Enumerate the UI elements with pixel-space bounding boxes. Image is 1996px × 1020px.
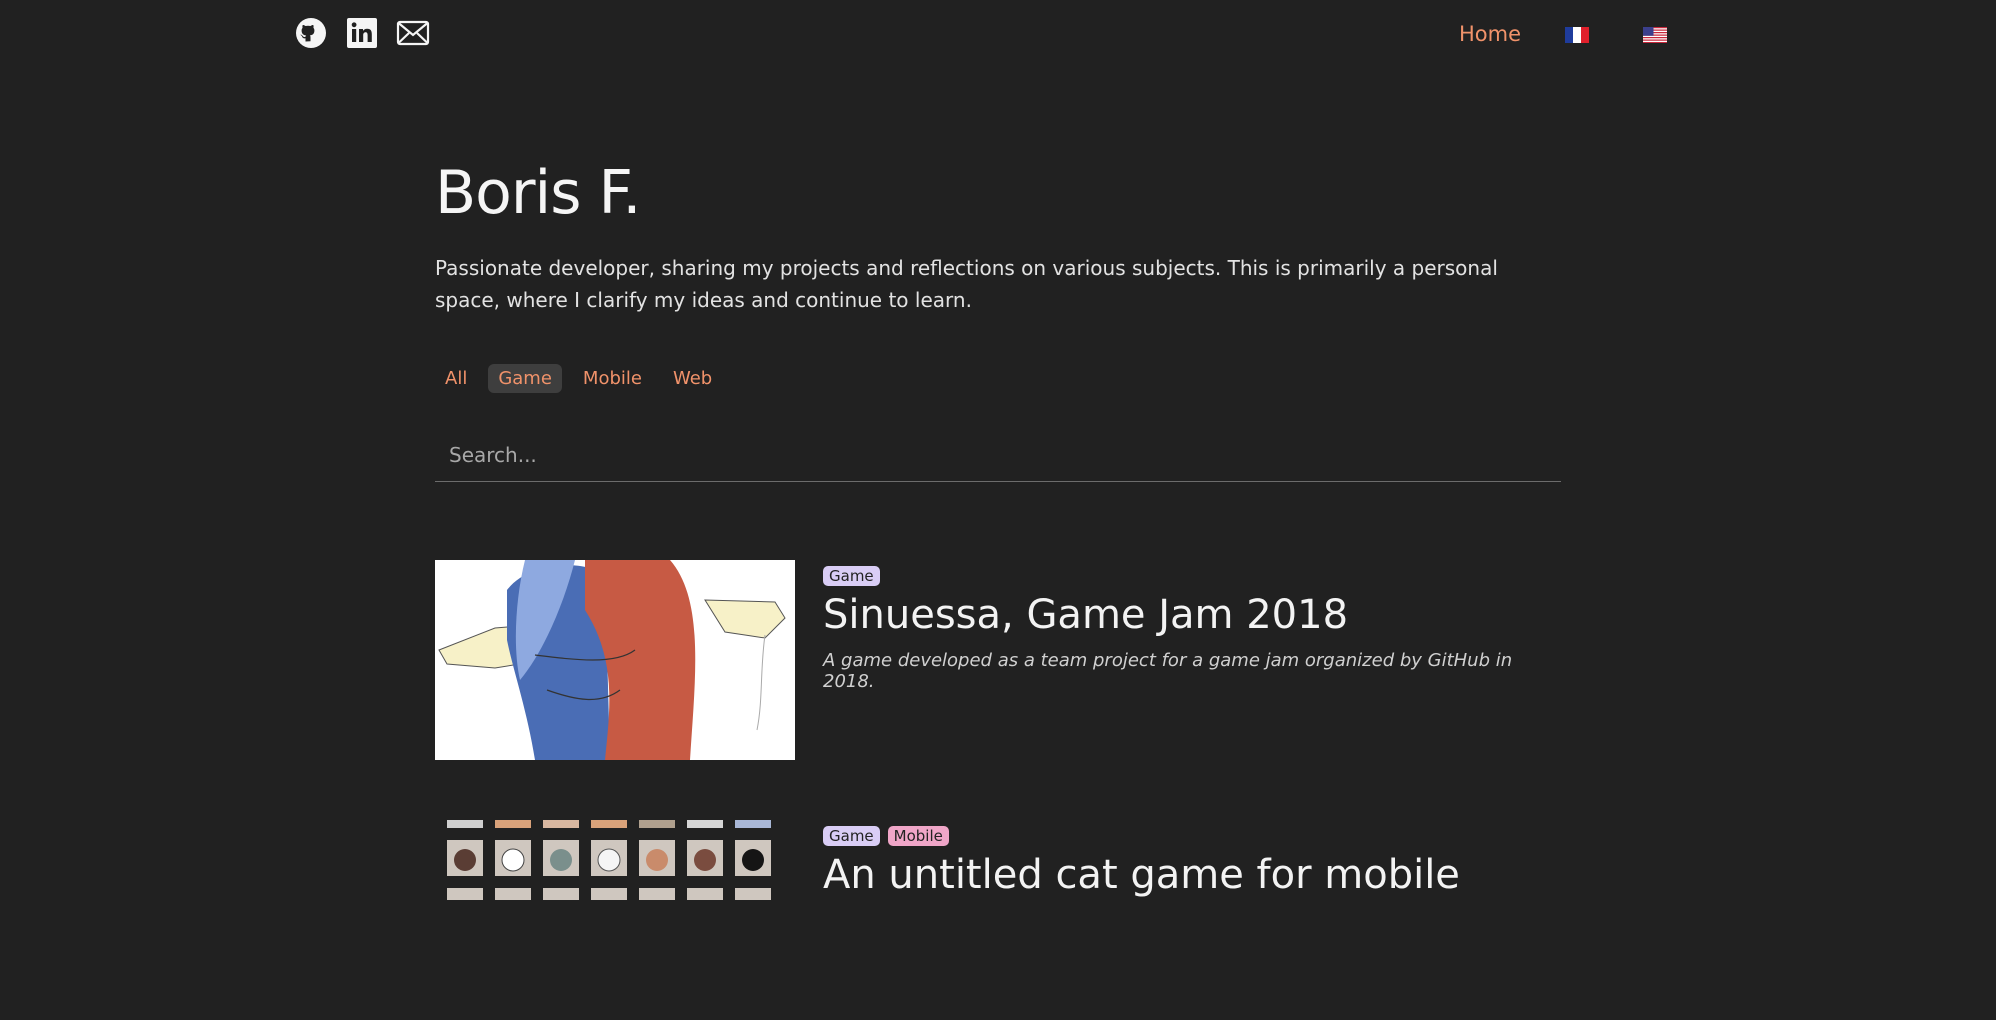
project-info: Game Sinuessa, Game Jam 2018 A game deve… bbox=[823, 566, 1543, 692]
filter-web[interactable]: Web bbox=[663, 364, 722, 393]
project-thumbnail[interactable] bbox=[435, 560, 795, 760]
social-links bbox=[294, 16, 430, 50]
search-input[interactable] bbox=[435, 433, 1561, 477]
category-filters: All Game Mobile Web bbox=[435, 364, 1561, 393]
project-description: A game developed as a team project for a… bbox=[823, 650, 1513, 692]
project-title[interactable]: Sinuessa, Game Jam 2018 bbox=[823, 592, 1543, 638]
us-flag-icon[interactable] bbox=[1643, 27, 1667, 43]
search-bar bbox=[435, 433, 1561, 482]
top-bar: Home bbox=[0, 0, 1996, 70]
tag-game[interactable]: Game bbox=[823, 826, 880, 846]
mail-icon[interactable] bbox=[396, 16, 430, 50]
project-tags: Game bbox=[823, 566, 1543, 586]
main-nav: Home bbox=[1440, 20, 1680, 50]
project-thumbnail[interactable] bbox=[435, 820, 795, 1020]
project-info: Game Mobile An untitled cat game for mob… bbox=[823, 826, 1543, 898]
project-tags: Game Mobile bbox=[823, 826, 1543, 846]
linkedin-icon[interactable] bbox=[345, 16, 379, 50]
project-title[interactable]: An untitled cat game for mobile bbox=[823, 852, 1543, 898]
page-title: Boris F. bbox=[435, 158, 642, 228]
intro-text: Passionate developer, sharing my project… bbox=[435, 256, 1498, 312]
main-content: Boris F. Passionate developer, sharing m… bbox=[435, 150, 1561, 482]
filter-all[interactable]: All bbox=[435, 364, 477, 393]
github-icon[interactable] bbox=[294, 16, 328, 50]
filter-game[interactable]: Game bbox=[488, 364, 562, 393]
tag-mobile[interactable]: Mobile bbox=[887, 826, 949, 846]
filter-mobile[interactable]: Mobile bbox=[573, 364, 652, 393]
fr-flag-icon[interactable] bbox=[1565, 27, 1589, 43]
nav-home-link[interactable]: Home bbox=[1459, 22, 1521, 46]
tag-game[interactable]: Game bbox=[823, 566, 880, 586]
